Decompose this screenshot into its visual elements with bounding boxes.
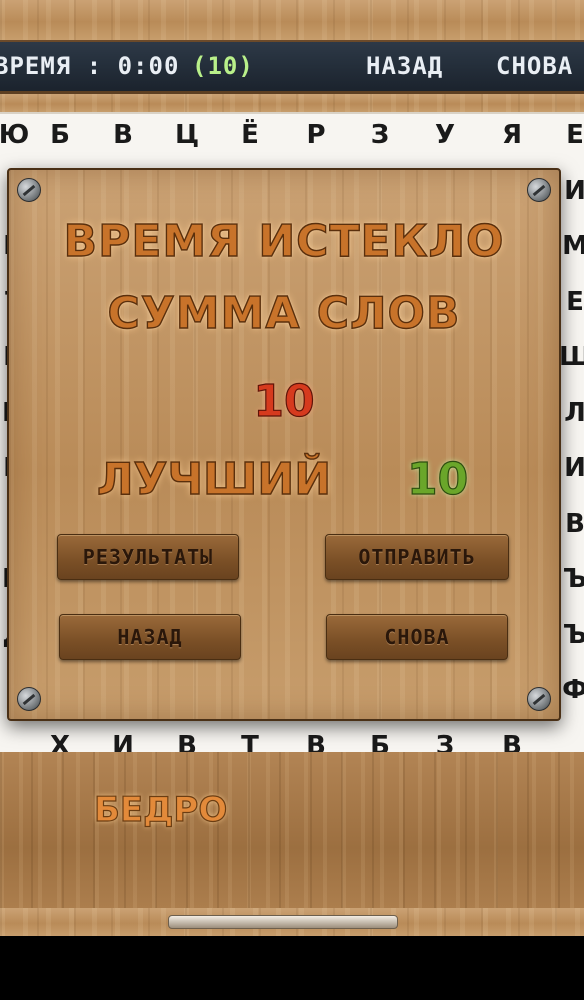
again-button[interactable]: СНОВА xyxy=(326,614,508,660)
current-word: БЕДРО xyxy=(93,789,228,830)
word-count: (10) xyxy=(192,52,254,80)
screw-icon xyxy=(17,687,41,711)
grid-letter[interactable]: З xyxy=(360,120,400,150)
grid-letter[interactable]: Ц xyxy=(167,120,207,150)
word-sum-title: СУММА СЛОВ xyxy=(107,287,461,339)
back-link[interactable]: НАЗАД xyxy=(366,52,443,80)
home-indicator[interactable] xyxy=(168,915,398,929)
send-button[interactable]: ОТПРАВИТЬ xyxy=(325,534,509,580)
grid-letter[interactable]: Б xyxy=(40,120,80,150)
grid-letter[interactable]: Р xyxy=(296,120,336,150)
screw-icon xyxy=(527,687,551,711)
wood-top-strip xyxy=(0,0,584,40)
grid-letter[interactable]: У xyxy=(425,120,465,150)
game-over-dialog: ВРЕМЯ ИСТЕКЛО СУММА СЛОВ 10 ЛУЧШИЙ 10 РЕ… xyxy=(7,168,561,721)
score-value: 10 xyxy=(253,375,315,427)
best-value: 10 xyxy=(406,453,469,505)
grid-letter[interactable]: В xyxy=(103,120,143,150)
restart-link[interactable]: СНОВА xyxy=(496,52,573,80)
back-button[interactable]: НАЗАД xyxy=(59,614,241,660)
best-label: ЛУЧШИЙ xyxy=(96,453,332,505)
grid-letter[interactable]: Ю xyxy=(0,120,34,150)
grid-letter[interactable]: Е xyxy=(555,120,584,150)
game-screen: ВРЕМЯ : 0:00 (10) НАЗАД СНОВА ЮБВЦЁРЗУЯЕ… xyxy=(0,0,584,936)
grid-letter[interactable]: Я xyxy=(492,120,532,150)
wood-divider xyxy=(0,94,584,112)
word-tray: БЕДРО xyxy=(0,752,584,912)
results-button[interactable]: РЕЗУЛЬТАТЫ xyxy=(57,534,239,580)
timer-label: ВРЕМЯ : 0:00 xyxy=(0,52,180,80)
screw-icon xyxy=(17,178,41,202)
time-up-title: ВРЕМЯ ИСТЕКЛО xyxy=(63,215,505,267)
screw-icon xyxy=(527,178,551,202)
status-bar: ВРЕМЯ : 0:00 (10) НАЗАД СНОВА xyxy=(0,40,584,94)
grid-letter[interactable]: Ё xyxy=(230,120,270,150)
